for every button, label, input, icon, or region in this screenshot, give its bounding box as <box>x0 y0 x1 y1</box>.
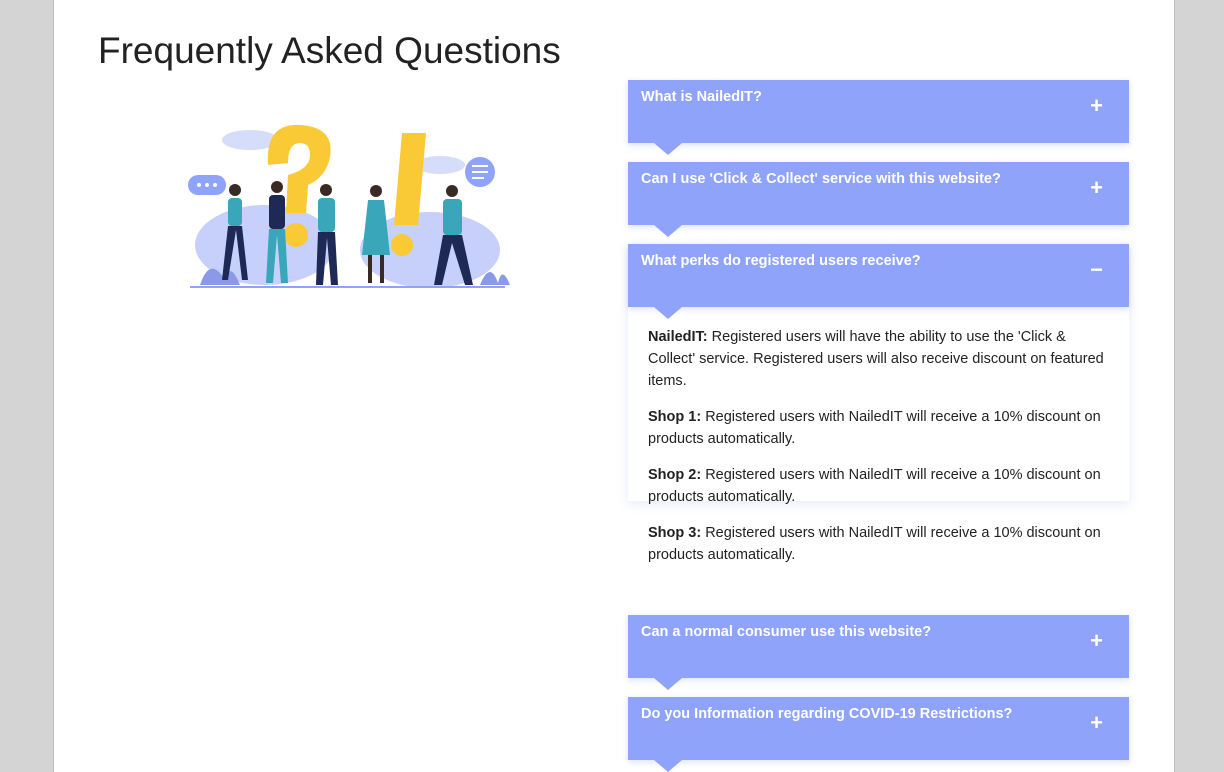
faq-question-text: What is NailedIT? <box>641 89 762 105</box>
faq-question-3[interactable]: What perks do registered users receive? … <box>628 244 1129 319</box>
answer-paragraph: Shop 3: Registered users with NailedIT w… <box>648 522 1109 566</box>
faq-item-expanded: What perks do registered users receive? … <box>628 244 1129 563</box>
faq-question-text: What perks do registered users receive? <box>641 253 921 269</box>
answer-text: Registered users with NailedIT will rece… <box>648 409 1101 447</box>
answer-paragraph: NailedIT: Registered users will have the… <box>648 326 1109 392</box>
answer-label: Shop 3: <box>648 525 702 541</box>
plus-icon[interactable]: + <box>1090 177 1103 199</box>
faq-question-text: Can a normal consumer use this website? <box>641 624 932 640</box>
plus-icon[interactable]: + <box>1090 712 1103 734</box>
pointer-triangle <box>654 225 682 237</box>
faq-item: Can I use 'Click & Collect' service with… <box>628 162 1129 237</box>
answer-text: Registered users with NailedIT will rece… <box>648 467 1101 505</box>
page-title: Frequently Asked Questions <box>98 30 561 71</box>
answer-label: Shop 1: <box>648 409 702 425</box>
answer-paragraph: Shop 1: Registered users with NailedIT w… <box>648 406 1109 450</box>
plus-icon[interactable]: + <box>1090 630 1103 652</box>
faq-item: Can a normal consumer use this website? … <box>628 615 1129 690</box>
plus-icon[interactable]: + <box>1090 95 1103 117</box>
pointer-triangle <box>654 678 682 690</box>
faq-item: What is NailedIT? + <box>628 80 1129 155</box>
pointer-triangle <box>654 307 682 319</box>
pointer-triangle <box>654 143 682 155</box>
pointer-triangle <box>654 760 682 772</box>
faq-question-2[interactable]: Can I use 'Click & Collect' service with… <box>628 162 1129 237</box>
faq-question-1[interactable]: What is NailedIT? + <box>628 80 1129 155</box>
faq-illustration <box>188 124 510 288</box>
faq-item: Do you Information regarding COVID-19 Re… <box>628 697 1129 772</box>
answer-label: NailedIT: <box>648 329 708 345</box>
answer-text: Registered users with NailedIT will rece… <box>648 525 1101 563</box>
faq-question-text: Do you Information regarding COVID-19 Re… <box>641 706 1013 722</box>
faq-question-text: Can I use 'Click & Collect' service with… <box>641 171 1001 187</box>
minus-icon[interactable]: − <box>1090 259 1103 281</box>
answer-text: Registered users will have the ability t… <box>648 329 1104 389</box>
answer-label: Shop 2: <box>648 467 702 483</box>
faq-question-5[interactable]: Do you Information regarding COVID-19 Re… <box>628 697 1129 772</box>
faq-question-4[interactable]: Can a normal consumer use this website? … <box>628 615 1129 690</box>
answer-paragraph: Shop 2: Registered users with NailedIT w… <box>648 464 1109 508</box>
